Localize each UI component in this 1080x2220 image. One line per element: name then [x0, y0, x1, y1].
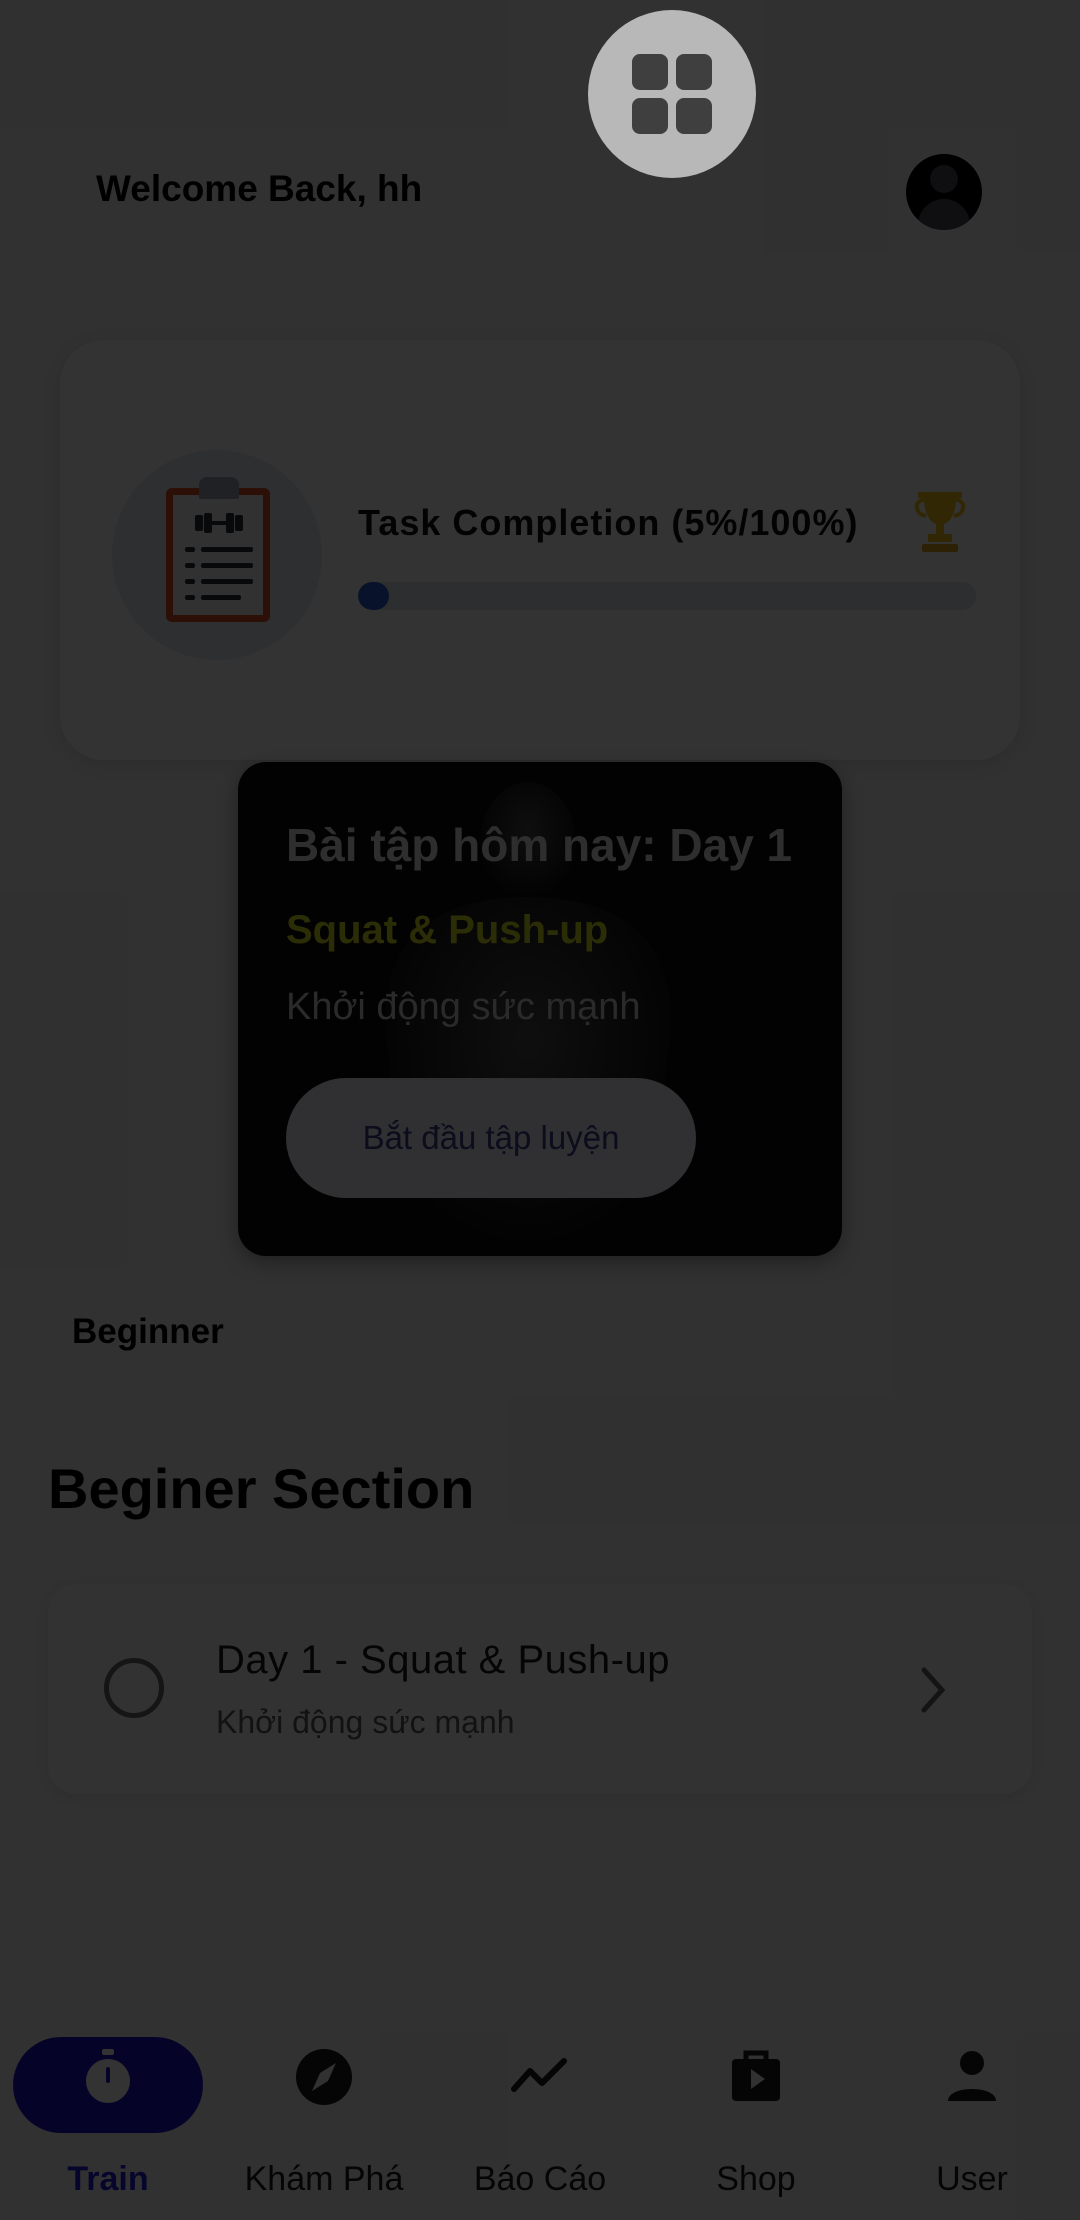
- task-progress-fill: [358, 582, 389, 610]
- nav-label-train: Train: [67, 2160, 149, 2198]
- clipboard-illustration: [112, 450, 322, 660]
- task-progress-bar: [358, 582, 976, 610]
- avatar-head-shape: [930, 165, 958, 193]
- profile-avatar-button[interactable]: [906, 154, 982, 230]
- nav-label-kham-pha: Khám Phá: [244, 2160, 404, 2198]
- nav-item-user[interactable]: User: [864, 1990, 1080, 2220]
- workout-name: Squat & Push-up: [286, 908, 609, 952]
- section-title: Beginer Section: [48, 1457, 475, 1520]
- app-screen: Welcome Back, hh Task Completion (5%/100…: [0, 0, 1080, 2220]
- avatar-body-shape: [918, 199, 970, 230]
- compass-icon: [296, 2049, 352, 2105]
- day-list-item[interactable]: Day 1 - Squat & Push-up Khởi động sức mạ…: [48, 1584, 1032, 1794]
- nav-item-train[interactable]: Train: [0, 1990, 216, 2220]
- welcome-text: Welcome Back, hh: [96, 168, 423, 209]
- nav-label-user: User: [936, 2160, 1008, 2198]
- clipboard-icon: [166, 477, 270, 622]
- task-completion-card: Task Completion (5%/100%): [60, 340, 1020, 760]
- workout-heading: Bài tập hôm nay: Day 1: [286, 819, 793, 871]
- nav-item-shop[interactable]: Shop: [648, 1990, 864, 2220]
- shopping-bag-icon: [732, 2050, 780, 2101]
- level-label: Beginner: [72, 1312, 224, 1351]
- workout-subtitle: Khởi động sức mạnh: [286, 986, 641, 1028]
- day-subtitle: Khởi động sức mạnh: [216, 1704, 515, 1740]
- stopwatch-icon: [86, 2049, 130, 2103]
- completion-radio[interactable]: [104, 1658, 164, 1718]
- task-completion-title: Task Completion (5%/100%): [358, 502, 859, 543]
- nav-item-kham-pha[interactable]: Khám Phá: [216, 1990, 432, 2220]
- trend-line-icon: [511, 2058, 567, 2092]
- person-icon: [948, 2051, 996, 2101]
- today-workout-card[interactable]: Bài tập hôm nay: Day 1 Squat & Push-up K…: [238, 762, 842, 1256]
- chevron-right-icon: [921, 1667, 946, 1713]
- nav-item-bao-cao[interactable]: Báo Cáo: [432, 1990, 648, 2220]
- bottom-navigation: Train Khám Phá Báo Cáo Shop User: [0, 1990, 1080, 2220]
- nav-label-shop: Shop: [716, 2160, 796, 2198]
- day-title: Day 1 - Squat & Push-up: [216, 1638, 670, 1682]
- floating-menu-button[interactable]: [588, 10, 756, 178]
- trophy-icon: [914, 492, 966, 552]
- start-workout-button[interactable]: Bắt đầu tập luyện: [286, 1078, 696, 1198]
- nav-label-bao-cao: Báo Cáo: [473, 2160, 607, 2198]
- grid-icon: [632, 54, 668, 90]
